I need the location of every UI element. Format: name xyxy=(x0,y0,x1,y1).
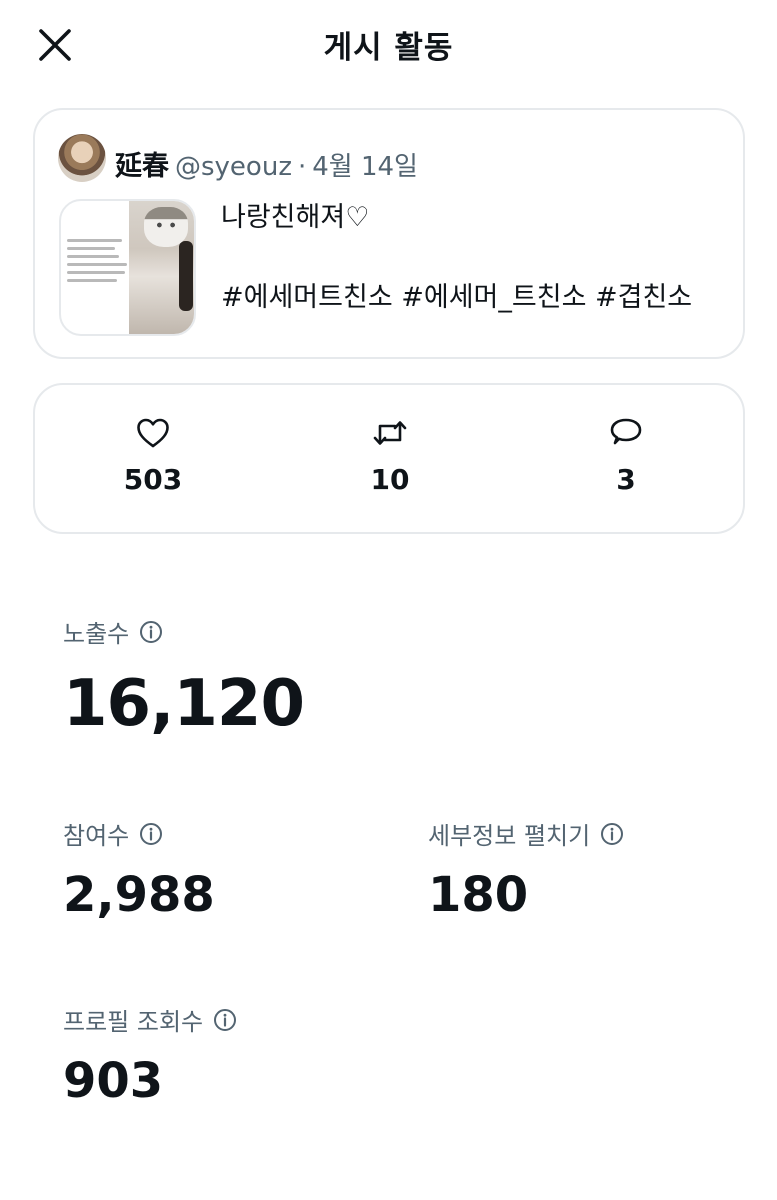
engagements-label: 참여수 xyxy=(63,822,130,850)
profile-visits-value: 903 xyxy=(63,1053,164,1109)
info-icon[interactable] xyxy=(139,822,163,846)
info-icon[interactable] xyxy=(139,620,163,644)
replies-count: 3 xyxy=(616,463,636,496)
impressions-value: 16,120 xyxy=(63,667,305,741)
post-text: 나랑친해져♡ #에세머트친소 #에세머_트친소 #겹친소 xyxy=(221,198,731,318)
heart-icon xyxy=(135,415,171,451)
repost-icon xyxy=(372,415,408,451)
impressions-label-row: 노출수 xyxy=(63,614,304,649)
avatar[interactable] xyxy=(58,134,106,182)
engagement-card: 503 10 3 xyxy=(33,383,745,534)
engagements-label-row: 참여수 xyxy=(63,816,215,851)
detail-expands-value: 180 xyxy=(428,867,529,923)
detail-expands-label: 세부정보 펼치기 xyxy=(428,822,591,850)
impressions-metric: 노출수 16,120 xyxy=(63,614,305,741)
cat-face-sticker xyxy=(144,207,188,247)
reposts-count: 10 xyxy=(370,463,410,496)
post-hashtags[interactable]: #에세머트친소 #에세머_트친소 #겹친소 xyxy=(221,278,731,318)
engagements-value: 2,988 xyxy=(63,867,215,923)
detail-expands-metric: 세부정보 펼치기 180 xyxy=(428,816,624,923)
post-date: 4월 14일 xyxy=(312,152,418,182)
reposts-stat[interactable]: 10 xyxy=(330,415,450,496)
post-text-line: 나랑친해져♡ xyxy=(221,202,370,233)
impressions-label: 노출수 xyxy=(63,620,130,648)
likes-stat[interactable]: 503 xyxy=(93,415,213,496)
meta-separator: · xyxy=(297,152,307,182)
likes-count: 503 xyxy=(123,463,183,496)
author-handle[interactable]: @syeouz xyxy=(175,152,292,182)
post-media-thumbnail[interactable] xyxy=(59,199,196,336)
profile-visits-label-row: 프로필 조회수 xyxy=(63,1002,237,1037)
engagements-metric: 참여수 2,988 xyxy=(63,816,215,923)
header: 게시 활동 xyxy=(0,0,777,90)
thumbnail-hair xyxy=(179,241,193,311)
post-activity-page: 게시 활동 延春 @syeouz · 4월 14일 나랑친해져♡ #에세머트친소… xyxy=(0,0,777,1200)
post-card[interactable]: 延春 @syeouz · 4월 14일 나랑친해져♡ #에세머트친소 #에세머_… xyxy=(33,108,745,359)
reply-icon xyxy=(608,415,644,451)
replies-stat[interactable]: 3 xyxy=(566,415,686,496)
detail-expands-label-row: 세부정보 펼치기 xyxy=(428,816,624,851)
author-name[interactable]: 延春 xyxy=(115,144,169,183)
page-title: 게시 활동 xyxy=(323,30,454,66)
info-icon[interactable] xyxy=(600,822,624,846)
info-icon[interactable] xyxy=(213,1008,237,1032)
thumbnail-text-block xyxy=(67,239,135,282)
profile-visits-label: 프로필 조회수 xyxy=(63,1008,204,1036)
profile-visits-metric: 프로필 조회수 903 xyxy=(63,1002,237,1109)
post-author-line: 延春 @syeouz · 4월 14일 xyxy=(115,144,418,183)
